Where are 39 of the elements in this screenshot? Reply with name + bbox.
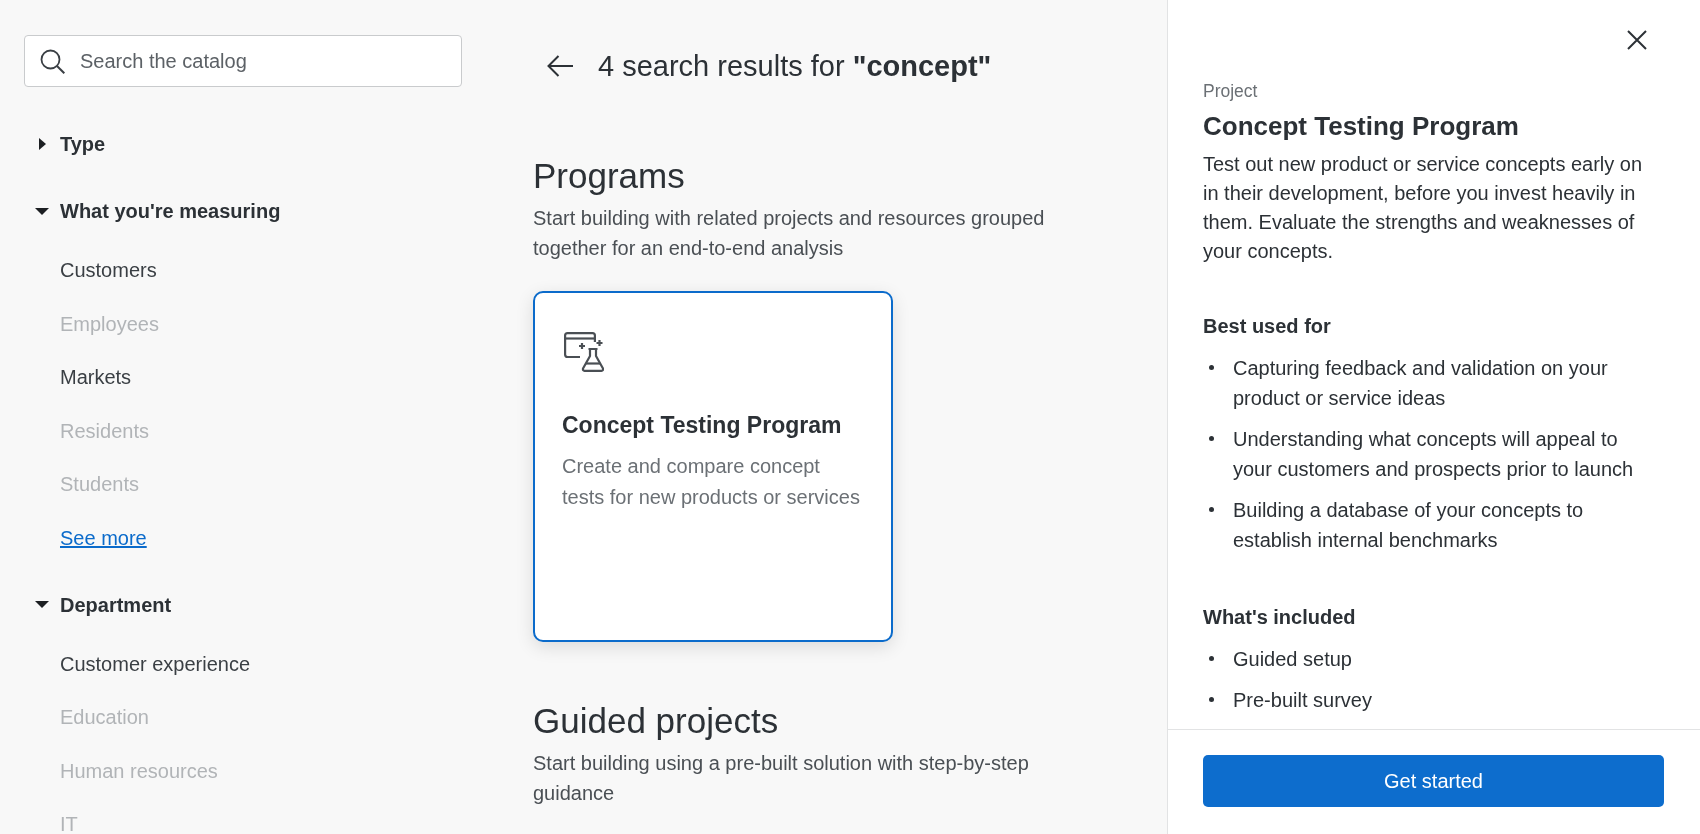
- filter-toggle[interactable]: Type: [35, 132, 106, 156]
- bullet-text: Capturing feedback and validation on your product or service ideas: [1233, 355, 1609, 411]
- bullet-text: Pre-built survey: [1233, 687, 1372, 713]
- see-more-link[interactable]: See more: [60, 525, 147, 550]
- bullet-text: Building a database of your concepts to establish internal benchmarks: [1233, 497, 1585, 553]
- get-started-button[interactable]: Get started: [1203, 755, 1664, 807]
- card-description: Create and compare concept tests for new products or services: [562, 454, 861, 510]
- window-flask-icon: [564, 332, 604, 372]
- bullet-icon: [1209, 436, 1214, 442]
- item-type-label: Project: [1203, 80, 1259, 103]
- filter-toggle[interactable]: What you're measuring: [35, 199, 281, 223]
- bullet-icon: [1209, 365, 1214, 371]
- detail-description: Test out new product or service concepts early on in their development, before you invest heavily in them. Evaluate the strengths and weaknesses of your concepts.: [1203, 151, 1644, 265]
- section-description: Start building with related projects and resources grouped together for an end-to-end analysis: [533, 206, 1046, 261]
- program-card[interactable]: Concept Testing Program Create and compare concept tests for new products or services: [533, 291, 893, 642]
- detail-title: Concept Testing Program: [1203, 110, 1520, 143]
- section-heading: Programs: [533, 155, 686, 197]
- card-title: Concept Testing Program: [562, 412, 843, 438]
- search-icon: [40, 49, 65, 74]
- bullet-icon: [1209, 507, 1214, 513]
- search-field[interactable]: Search the catalog: [24, 35, 462, 87]
- back-arrow-icon[interactable]: [547, 55, 573, 77]
- close-icon[interactable]: [1627, 30, 1647, 50]
- filter-option[interactable]: Customers: [35, 258, 157, 282]
- section-heading: Guided projects: [533, 700, 780, 742]
- caret-down-icon: [35, 601, 49, 608]
- bullet-icon: [1209, 656, 1214, 662]
- bullet-text: Guided setup: [1233, 646, 1352, 672]
- filter-toggle[interactable]: Department: [35, 592, 172, 617]
- results-title: 4 search results for "concept": [598, 49, 992, 84]
- filter-option[interactable]: Markets: [35, 365, 132, 389]
- caret-down-icon: [35, 207, 49, 215]
- detail-section-heading: What's included: [1203, 604, 1357, 630]
- bullet-text: Understanding what concepts will appeal to your customers and prospects prior to launch: [1233, 426, 1635, 482]
- caret-right-icon: [38, 138, 46, 150]
- bullet-icon: [1209, 697, 1214, 703]
- detail-section-heading: Best used for: [1203, 313, 1332, 339]
- filter-option[interactable]: Customer experience: [35, 651, 251, 676]
- section-description: Start building using a pre-built solution with step-by-step guidance: [533, 751, 1030, 806]
